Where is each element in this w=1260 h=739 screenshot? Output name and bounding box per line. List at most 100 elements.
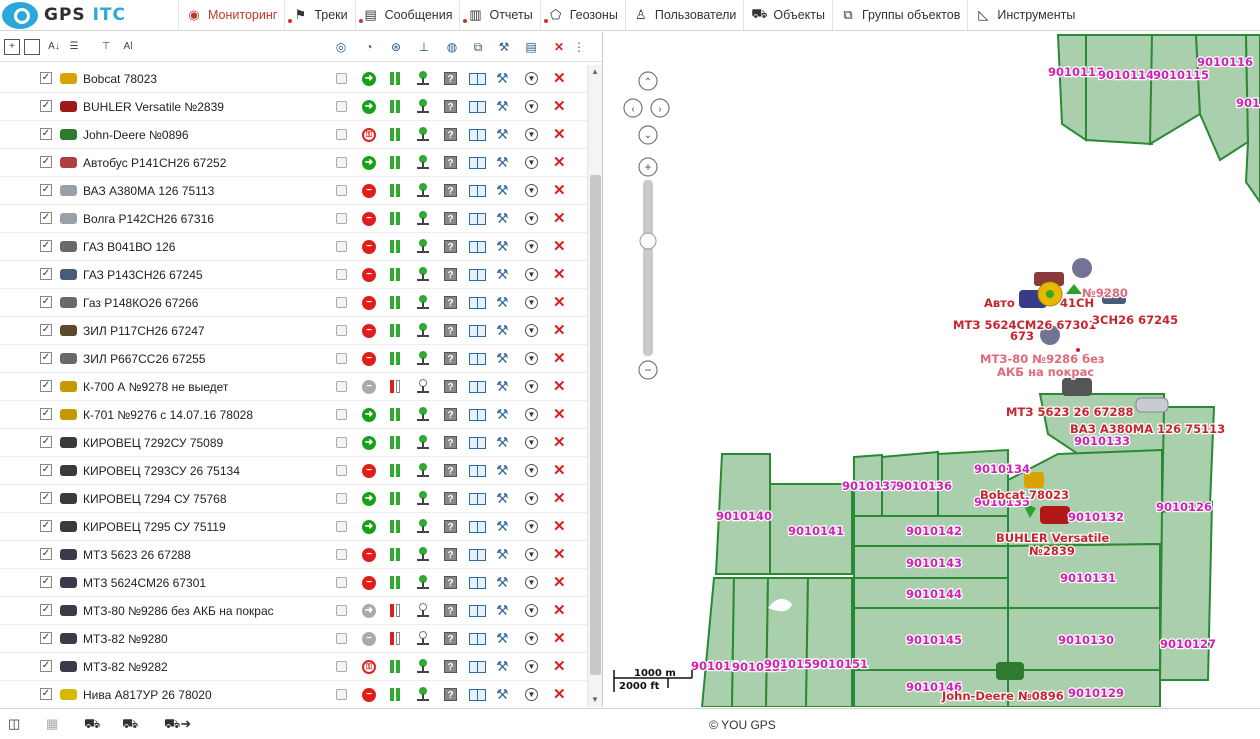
delete-icon[interactable]: ✕ (553, 573, 566, 591)
book-icon[interactable] (469, 101, 486, 113)
unit-row[interactable]: ✓ КИРОВЕЦ 7292СУ 75089 ➜? ⚒ ▼ ✕ (0, 429, 587, 457)
delete-icon[interactable]: ✕ (553, 69, 566, 87)
dropdown-menu-icon[interactable]: ▼ (525, 548, 538, 561)
unit-name[interactable]: К-700 А №9278 не выедет (83, 380, 228, 394)
wrench-icon[interactable]: ⚒ (496, 154, 509, 171)
book-icon[interactable] (469, 73, 486, 85)
delete-icon[interactable]: ✕ (553, 321, 566, 339)
more-options-icon[interactable]: ⋮ (571, 39, 587, 55)
unit-visible-checkbox[interactable]: ✓ (40, 520, 52, 532)
unit-visible-checkbox[interactable]: ✓ (40, 660, 52, 672)
reports-column-icon[interactable]: ▤ (523, 39, 539, 55)
info-icon[interactable]: ? (444, 436, 457, 449)
menu-tools[interactable]: ◺ Инструменты (967, 0, 1082, 30)
menu-monitoring[interactable]: ◉ Мониторинг (178, 0, 284, 30)
info-icon[interactable]: ? (444, 184, 457, 197)
unit-name[interactable]: ГАЗ В041ВО 126 (83, 240, 175, 254)
info-icon[interactable]: ? (444, 296, 457, 309)
dropdown-menu-icon[interactable]: ▼ (525, 632, 538, 645)
unit-name[interactable]: Bobcat 78023 (83, 72, 157, 86)
unit-select-checkbox[interactable] (336, 157, 347, 168)
menu-users[interactable]: ♙ Пользователи (624, 0, 744, 30)
unit-visible-checkbox[interactable]: ✓ (40, 492, 52, 504)
locate-column-icon[interactable]: ◍ (444, 39, 460, 55)
unit-select-checkbox[interactable] (336, 213, 347, 224)
unit-name[interactable]: МТЗ 5624СМ26 67301 (83, 576, 206, 590)
unit-select-checkbox[interactable] (336, 241, 347, 252)
book-icon[interactable] (469, 381, 486, 393)
dropdown-menu-icon[interactable]: ▼ (525, 268, 538, 281)
moving-status-icon[interactable]: ➜ (362, 100, 376, 114)
info-icon[interactable]: ? (444, 212, 457, 225)
delete-icon[interactable]: ✕ (553, 433, 566, 451)
book-icon[interactable] (469, 353, 486, 365)
info-icon[interactable]: ? (444, 72, 457, 85)
unit-visible-checkbox[interactable]: ✓ (40, 72, 52, 84)
map-controls[interactable]: ⌃ ‹ › ⌄ + − (623, 71, 670, 380)
wrench-icon[interactable]: ⚒ (496, 490, 509, 507)
delete-icon[interactable]: ✕ (553, 377, 566, 395)
unit-visible-checkbox[interactable]: ✓ (40, 100, 52, 112)
stopped-status-icon[interactable]: − (362, 324, 376, 338)
unit-name[interactable]: МТЗ 5623 26 67288 (83, 548, 191, 562)
delete-icon[interactable]: ✕ (553, 209, 566, 227)
info-icon[interactable]: ? (444, 632, 457, 645)
unit-select-checkbox[interactable] (336, 465, 347, 476)
unit-name[interactable]: BUHLER Versatile №2839 (83, 100, 224, 114)
info-icon[interactable]: ? (444, 100, 457, 113)
info-icon[interactable]: ? (444, 380, 457, 393)
map-view[interactable]: ⌃ ‹ › ⌄ + − 9010113 9010114 9010115 9010… (604, 32, 1260, 707)
unit-row[interactable]: ✓ Bobcat 78023 ➜? ⚒ ▼ ✕ (0, 65, 587, 93)
wrench-icon[interactable]: ⚒ (496, 462, 509, 479)
unit-row[interactable]: ✓ John-Deere №0896 ⚿? ⚒ ▼ ✕ (0, 121, 587, 149)
offline-status-icon[interactable]: − (362, 632, 376, 646)
dropdown-menu-icon[interactable]: ▼ (525, 72, 538, 85)
stopped-status-icon[interactable]: − (362, 548, 376, 562)
unit-row[interactable]: ✓ МТЗ 5624СМ26 67301 −? ⚒ ▼ ✕ (0, 569, 587, 597)
dropdown-menu-icon[interactable]: ▼ (525, 436, 538, 449)
unit-row[interactable]: ✓ К-700 А №9278 не выедет −? ⚒ ▼ ✕ (0, 373, 587, 401)
properties-column-icon[interactable]: ⚒ (496, 39, 512, 55)
ignition-key-icon[interactable]: ⚿ (362, 660, 376, 674)
wrench-icon[interactable]: ⚒ (496, 658, 509, 675)
unit-name[interactable]: ВАЗ А380МА 126 75113 (83, 184, 214, 198)
unit-visible-checkbox[interactable]: ✓ (40, 296, 52, 308)
book-icon[interactable] (469, 521, 486, 533)
unit-name[interactable]: К-701 №9276 с 14.07.16 78028 (83, 408, 253, 422)
wrench-icon[interactable]: ⚒ (496, 182, 509, 199)
wrench-icon[interactable]: ⚒ (496, 322, 509, 339)
stopped-status-icon[interactable]: − (362, 212, 376, 226)
stopped-status-icon[interactable]: − (362, 688, 376, 702)
delete-icon[interactable]: ✕ (553, 349, 566, 367)
dropdown-menu-icon[interactable]: ▼ (525, 184, 538, 197)
unit-visible-checkbox[interactable]: ✓ (40, 380, 52, 392)
delete-icon[interactable]: ✕ (553, 293, 566, 311)
info-icon[interactable]: ? (444, 660, 457, 673)
offline-status-icon[interactable]: − (362, 380, 376, 394)
dropdown-menu-icon[interactable]: ▼ (525, 212, 538, 225)
dropdown-menu-icon[interactable]: ▼ (525, 492, 538, 505)
book-icon[interactable] (469, 437, 486, 449)
menu-objects[interactable]: ⛟ Объекты (743, 0, 832, 30)
stopped-status-icon[interactable]: − (362, 184, 376, 198)
info-icon[interactable]: ? (444, 464, 457, 477)
wrench-icon[interactable]: ⚒ (496, 434, 509, 451)
unit-name[interactable]: КИРОВЕЦ 7293СУ 26 75134 (83, 464, 240, 478)
gps-column-icon[interactable]: ⊥ (416, 39, 432, 55)
dropdown-menu-icon[interactable]: ▼ (525, 156, 538, 169)
delete-icon[interactable]: ✕ (553, 601, 566, 619)
unit-select-checkbox[interactable] (336, 605, 347, 616)
dropdown-menu-icon[interactable]: ▼ (525, 576, 538, 589)
unit-row[interactable]: ✓ ГАЗ В041ВО 126 −? ⚒ ▼ ✕ (0, 233, 587, 261)
wrench-icon[interactable]: ⚒ (496, 70, 509, 87)
unit-visible-checkbox[interactable]: ✓ (40, 548, 52, 560)
dropdown-menu-icon[interactable]: ▼ (525, 128, 538, 141)
wrench-icon[interactable]: ⚒ (496, 518, 509, 535)
wrench-icon[interactable]: ⚒ (496, 126, 509, 143)
info-icon[interactable]: ? (444, 408, 457, 421)
info-icon[interactable]: ? (444, 548, 457, 561)
expand-all-icon[interactable]: + (4, 38, 20, 55)
delete-icon[interactable]: ✕ (553, 153, 566, 171)
unit-select-checkbox[interactable] (336, 353, 347, 364)
add-icon[interactable]: ⊤ (98, 39, 114, 55)
